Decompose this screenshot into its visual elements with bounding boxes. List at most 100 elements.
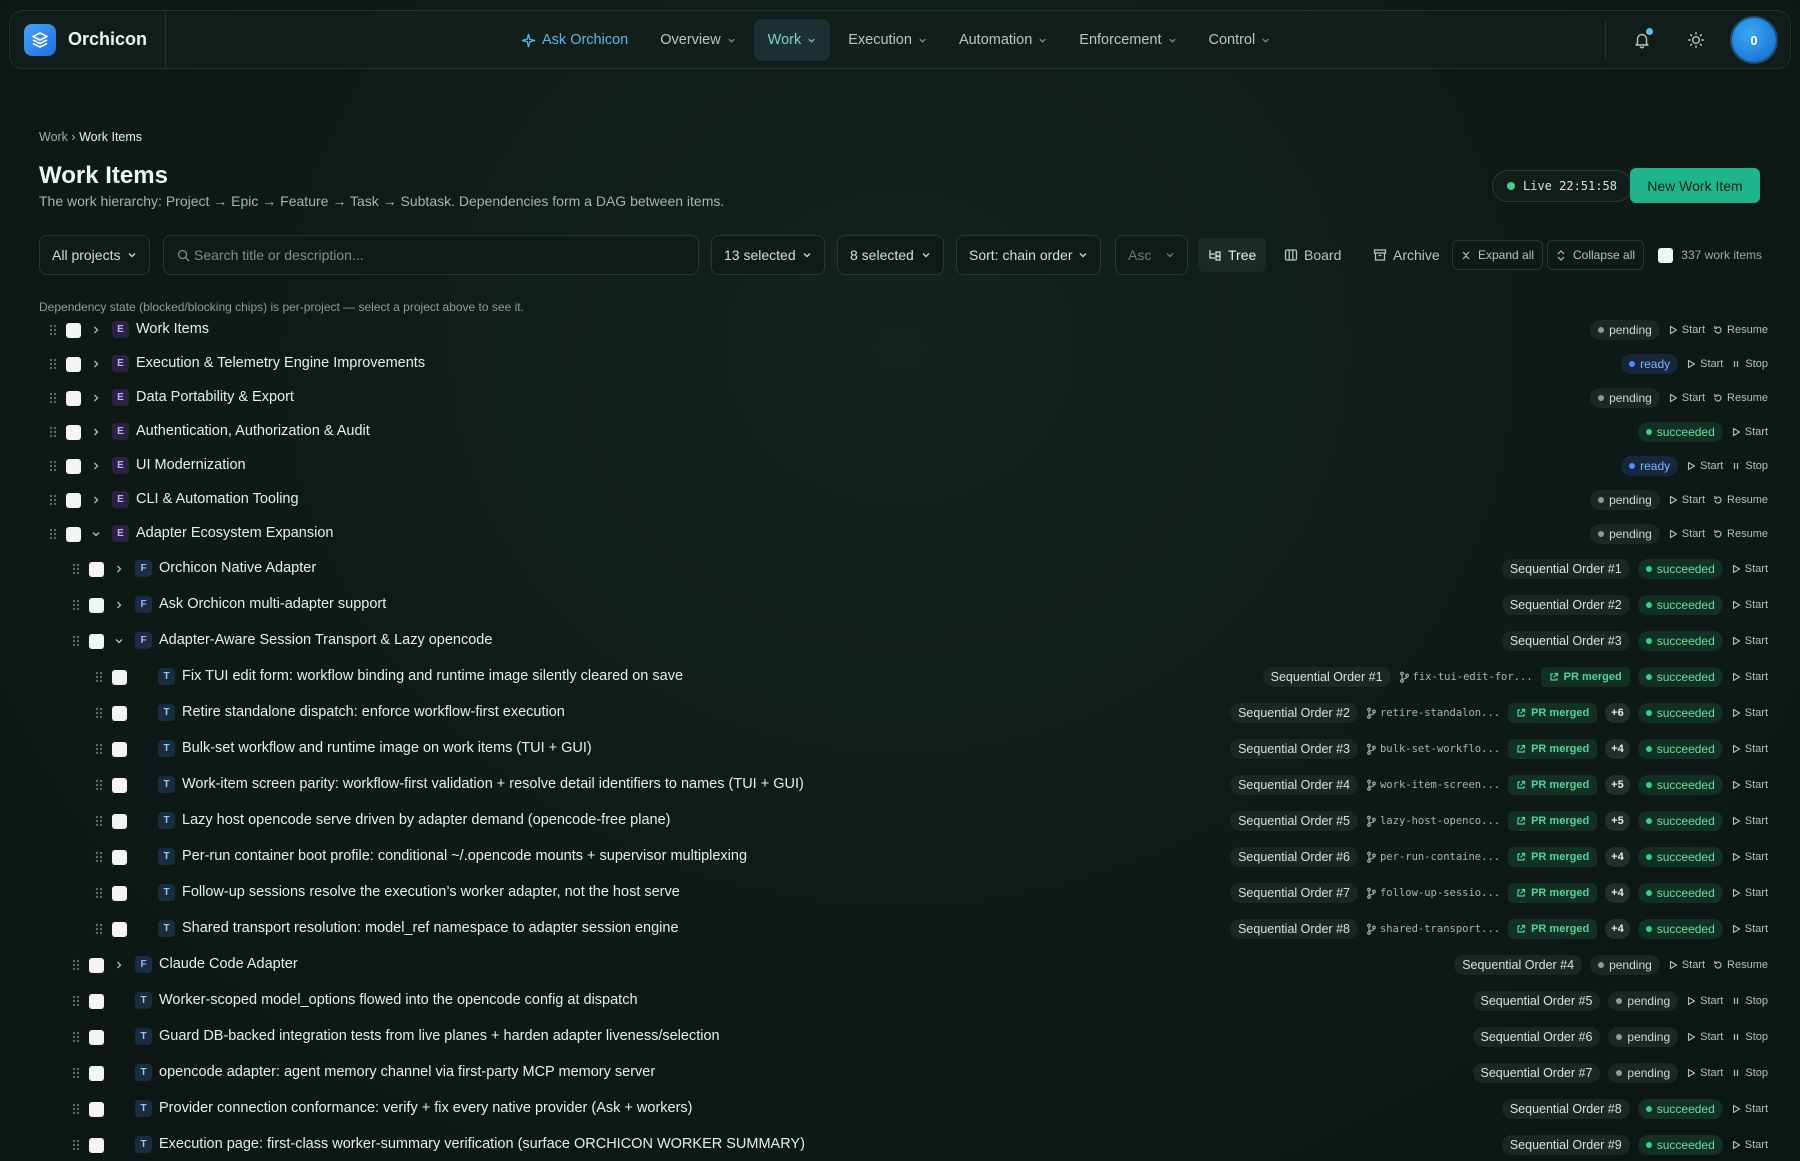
row-checkbox[interactable] <box>112 814 127 829</box>
row-checkbox[interactable] <box>89 1138 104 1153</box>
row-title[interactable]: Execution & Telemetry Engine Improvement… <box>136 355 425 371</box>
start-button[interactable]: Start <box>1668 392 1705 404</box>
row-title[interactable]: Retire standalone dispatch: enforce work… <box>182 704 565 720</box>
row-title[interactable]: Work Items <box>136 321 209 337</box>
drag-handle-icon[interactable] <box>94 922 104 936</box>
nav-control[interactable]: Control <box>1195 19 1285 61</box>
view-tree-tab[interactable]: Tree <box>1198 238 1267 272</box>
drag-handle-icon[interactable] <box>48 527 58 541</box>
table-row[interactable]: F Ask Orchicon multi-adapter support Seque… <box>0 590 1800 620</box>
drag-handle-icon[interactable] <box>71 1102 81 1116</box>
row-title[interactable]: Shared transport resolution: model_ref n… <box>182 920 679 936</box>
pr-merged-badge[interactable]: PR merged <box>1508 847 1598 867</box>
drag-handle-icon[interactable] <box>71 958 81 972</box>
start-button[interactable]: Start <box>1686 358 1723 370</box>
row-title[interactable]: Follow-up sessions resolve the execution… <box>182 884 680 900</box>
table-row[interactable]: T Provider connection conformance: verify… <box>0 1094 1800 1124</box>
row-checkbox[interactable] <box>89 1030 104 1045</box>
drag-handle-icon[interactable] <box>71 598 81 612</box>
select-all-toggle[interactable]: 337 work items <box>1658 235 1762 275</box>
chevron-right-icon[interactable] <box>114 564 124 574</box>
start-button[interactable]: Start <box>1668 959 1705 971</box>
resume-button[interactable]: Resume <box>1713 959 1768 971</box>
drag-handle-icon[interactable] <box>48 493 58 507</box>
start-button[interactable]: Start <box>1668 494 1705 506</box>
start-button[interactable]: Start <box>1731 707 1768 719</box>
table-row[interactable]: E Adapter Ecosystem Expansion pending Start… <box>0 519 1800 549</box>
start-button[interactable]: Start <box>1731 671 1768 683</box>
row-checkbox[interactable] <box>112 670 127 685</box>
table-row[interactable]: T Retire standalone dispatch: enforce wor… <box>0 698 1800 728</box>
row-title[interactable]: Worker-scoped model_options flowed into … <box>159 992 638 1008</box>
nav-execution[interactable]: Execution <box>834 19 941 61</box>
start-button[interactable]: Start <box>1686 995 1723 1007</box>
row-checkbox[interactable] <box>66 493 81 508</box>
drag-handle-icon[interactable] <box>71 1138 81 1152</box>
row-title[interactable]: Claude Code Adapter <box>159 956 298 972</box>
table-row[interactable]: T Follow-up sessions resolve the executio… <box>0 878 1800 908</box>
row-checkbox[interactable] <box>89 598 104 613</box>
chevron-right-icon[interactable] <box>91 427 101 437</box>
row-title[interactable]: Fix TUI edit form: workflow binding and … <box>182 668 683 684</box>
resume-button[interactable]: Resume <box>1713 392 1768 404</box>
pr-merged-badge[interactable]: PR merged <box>1508 919 1598 939</box>
row-checkbox[interactable] <box>112 850 127 865</box>
drag-handle-icon[interactable] <box>71 634 81 648</box>
row-checkbox[interactable] <box>66 527 81 542</box>
start-button[interactable]: Start <box>1731 599 1768 611</box>
row-title[interactable]: Ask Orchicon multi-adapter support <box>159 596 386 612</box>
row-title[interactable]: UI Modernization <box>136 457 246 473</box>
start-button[interactable]: Start <box>1731 1139 1768 1151</box>
type-filter[interactable]: 8 selected <box>837 235 944 275</box>
drag-handle-icon[interactable] <box>48 459 58 473</box>
row-title[interactable]: opencode adapter: agent memory channel v… <box>159 1064 655 1080</box>
table-row[interactable]: E Work Items pending Start Resume <box>0 315 1800 345</box>
drag-handle-icon[interactable] <box>48 391 58 405</box>
row-title[interactable]: Provider connection conformance: verify … <box>159 1100 693 1116</box>
collapse-all-button[interactable]: Collapse all <box>1547 240 1645 270</box>
start-button[interactable]: Start <box>1686 1031 1723 1043</box>
table-row[interactable]: T Fix TUI edit form: workflow binding and… <box>0 662 1800 692</box>
start-button[interactable]: Start <box>1731 887 1768 899</box>
row-title[interactable]: Authentication, Authorization & Audit <box>136 423 370 439</box>
pr-merged-badge[interactable]: PR merged <box>1508 883 1598 903</box>
status-filter[interactable]: 13 selected <box>711 235 825 275</box>
nav-automation[interactable]: Automation <box>945 19 1061 61</box>
row-title[interactable]: Orchicon Native Adapter <box>159 560 316 576</box>
drag-handle-icon[interactable] <box>71 562 81 576</box>
row-checkbox[interactable] <box>66 391 81 406</box>
table-row[interactable]: E Execution & Telemetry Engine Improvemen… <box>0 349 1800 379</box>
drag-handle-icon[interactable] <box>94 886 104 900</box>
chevron-right-icon[interactable] <box>91 393 101 403</box>
table-row[interactable]: F Adapter-Aware Session Transport & Lazy … <box>0 626 1800 656</box>
table-row[interactable]: T Per-run container boot profile: conditi… <box>0 842 1800 872</box>
chevron-right-icon[interactable] <box>91 461 101 471</box>
table-row[interactable]: E CLI & Automation Tooling pending Start Res… <box>0 485 1800 515</box>
chevron-down-icon[interactable] <box>91 529 101 539</box>
row-checkbox[interactable] <box>112 886 127 901</box>
expand-all-button[interactable]: Expand all <box>1452 240 1544 270</box>
table-row[interactable]: F Claude Code Adapter Sequential Order #4 p… <box>0 950 1800 980</box>
table-row[interactable]: T Shared transport resolution: model_ref … <box>0 914 1800 944</box>
nav-ask-orchicon[interactable]: Ask Orchicon <box>507 19 642 61</box>
drag-handle-icon[interactable] <box>94 814 104 828</box>
start-button[interactable]: Start <box>1731 635 1768 647</box>
drag-handle-icon[interactable] <box>94 850 104 864</box>
view-archive-tab[interactable]: Archive <box>1363 238 1450 272</box>
chevron-right-icon[interactable] <box>114 600 124 610</box>
stop-button[interactable]: Stop <box>1731 1031 1768 1043</box>
row-title[interactable]: Data Portability & Export <box>136 389 294 405</box>
start-button[interactable]: Start <box>1731 563 1768 575</box>
row-checkbox[interactable] <box>66 323 81 338</box>
drag-handle-icon[interactable] <box>48 323 58 337</box>
search-input[interactable]: Search title or description... <box>163 235 699 275</box>
nav-work[interactable]: Work <box>753 19 831 61</box>
table-row[interactable]: E Data Portability & Export pending Start Re… <box>0 383 1800 413</box>
resume-button[interactable]: Resume <box>1713 494 1768 506</box>
start-button[interactable]: Start <box>1731 851 1768 863</box>
table-row[interactable]: F Orchicon Native Adapter Sequential Order… <box>0 554 1800 584</box>
stop-button[interactable]: Stop <box>1731 995 1768 1007</box>
nav-enforcement[interactable]: Enforcement <box>1065 19 1190 61</box>
table-row[interactable]: T Bulk-set workflow and runtime image on … <box>0 734 1800 764</box>
row-checkbox[interactable] <box>66 357 81 372</box>
